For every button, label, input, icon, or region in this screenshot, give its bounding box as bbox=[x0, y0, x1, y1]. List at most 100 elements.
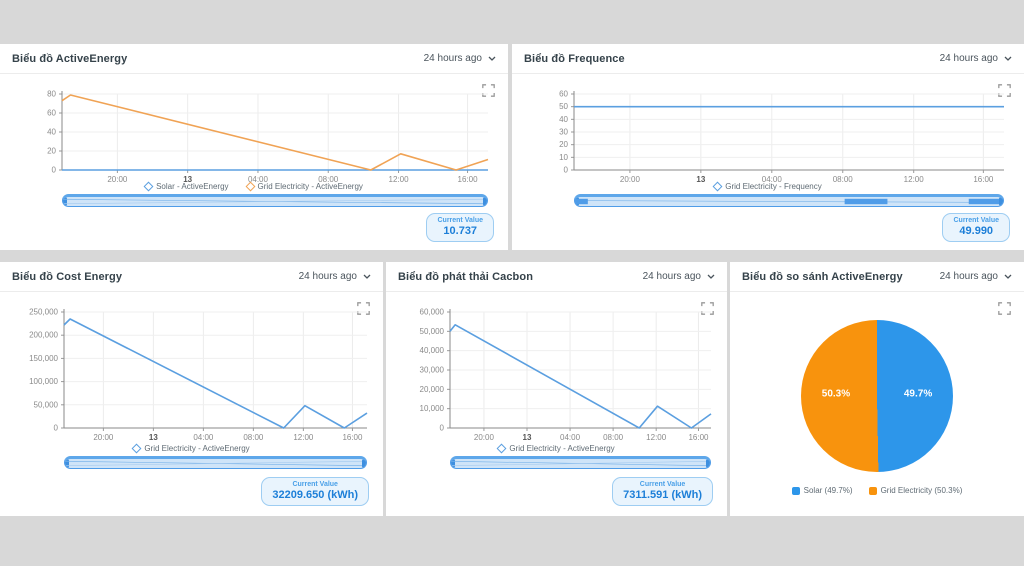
series-marker bbox=[868, 486, 877, 495]
time-range-dropdown[interactable]: 24 hours ago bbox=[643, 271, 715, 282]
svg-text:04:00: 04:00 bbox=[193, 433, 214, 442]
line-chart-frequence: 010203040506020:00 13 04:00 08:00 12:00 16:00 bbox=[559, 90, 1004, 184]
range-slider[interactable] bbox=[574, 194, 1004, 207]
chart-area: 50.3% 49.7% Solar (49.7%) Grid Electrici… bbox=[730, 292, 1024, 516]
svg-text:10,000: 10,000 bbox=[420, 404, 445, 413]
svg-text:30: 30 bbox=[559, 128, 568, 137]
svg-text:0: 0 bbox=[52, 166, 57, 175]
svg-text:20: 20 bbox=[559, 140, 568, 149]
current-value-label: Current Value bbox=[292, 481, 338, 488]
slider-preview bbox=[63, 198, 487, 205]
panel-title: Biểu đồ so sánh ActiveEnergy bbox=[742, 270, 903, 283]
time-range-label: 24 hours ago bbox=[939, 53, 998, 64]
svg-text:16:00: 16:00 bbox=[688, 433, 709, 442]
chevron-down-icon bbox=[363, 274, 371, 279]
current-value-box: Current Value 32209.650 (kWh) bbox=[261, 477, 369, 506]
time-range-dropdown[interactable]: 24 hours ago bbox=[940, 53, 1012, 64]
panel-header: Biểu đồ Cost Energy 24 hours ago bbox=[0, 262, 383, 292]
legend-label: Solar (49.7%) bbox=[803, 486, 853, 495]
chevron-down-icon bbox=[707, 274, 715, 279]
legend-item-grid-frequency[interactable]: Grid Electricity - Frequency bbox=[712, 181, 822, 192]
legend-label: Solar - ActiveEnergy bbox=[156, 182, 229, 191]
svg-text:50: 50 bbox=[559, 102, 568, 111]
legend-item-grid[interactable]: Grid Electricity (50.3%) bbox=[868, 486, 962, 495]
series-marker bbox=[131, 443, 142, 454]
current-value: 32209.650 (kWh) bbox=[272, 489, 358, 501]
range-slider[interactable] bbox=[64, 456, 367, 469]
legend-item-grid[interactable]: Grid Electricity - ActiveEnergy bbox=[245, 181, 363, 192]
dashboard: Biểu đồ ActiveEnergy 24 hours ago 0 20 40 6… bbox=[0, 0, 1024, 566]
current-value-box: Current Value 10.737 bbox=[426, 213, 494, 242]
current-value-label: Current Value bbox=[639, 481, 686, 488]
svg-text:50,000: 50,000 bbox=[34, 400, 59, 409]
slider-preview bbox=[575, 198, 1003, 205]
chart-legend: Grid Electricity - Frequency bbox=[512, 181, 1024, 192]
range-slider[interactable] bbox=[62, 194, 488, 207]
current-value: 49.990 bbox=[959, 225, 994, 237]
time-range-dropdown[interactable]: 24 hours ago bbox=[299, 271, 371, 282]
time-range-label: 24 hours ago bbox=[423, 53, 482, 64]
slider-preview bbox=[65, 460, 366, 467]
time-range-label: 24 hours ago bbox=[642, 271, 701, 282]
series-marker bbox=[496, 443, 507, 454]
panel-active-energy: Biểu đồ ActiveEnergy 24 hours ago 0 20 40 6… bbox=[0, 44, 508, 250]
current-value: 10.737 bbox=[443, 225, 478, 237]
pie-slice-label-grid: 50.3% bbox=[821, 388, 851, 400]
svg-text:0: 0 bbox=[564, 166, 569, 175]
chart-legend: Grid Electricity - ActiveEnergy bbox=[0, 443, 383, 454]
slider-handle[interactable] bbox=[576, 456, 586, 458]
panel-header: Biểu đồ so sánh ActiveEnergy 24 hours ag… bbox=[730, 262, 1024, 292]
panel-compare-active-energy: Biểu đồ so sánh ActiveEnergy 24 hours ag… bbox=[730, 262, 1024, 516]
legend-item-grid[interactable]: Grid Electricity - ActiveEnergy bbox=[131, 443, 250, 454]
svg-text:60: 60 bbox=[47, 109, 56, 118]
slider-handle[interactable] bbox=[211, 456, 221, 458]
panel-cost-energy: Biểu đồ Cost Energy 24 hours ago 0 50,000… bbox=[0, 262, 383, 516]
svg-text:20: 20 bbox=[47, 147, 56, 156]
time-range-dropdown[interactable]: 24 hours ago bbox=[940, 271, 1012, 282]
legend-item-solar[interactable]: Solar - ActiveEnergy bbox=[143, 181, 229, 192]
current-value-label: Current Value bbox=[953, 217, 999, 224]
fullscreen-icon[interactable] bbox=[998, 302, 1012, 316]
svg-text:100,000: 100,000 bbox=[29, 377, 58, 386]
panel-header: Biểu đồ phát thải Cacbon 24 hours ago bbox=[386, 262, 727, 292]
chart-area: 0 10 20 30 40 50 60 20:00 13 04:00 08:00 12:00 16:00… bbox=[512, 74, 1024, 250]
panel-title: Biểu đồ Frequence bbox=[524, 52, 625, 65]
slider-handle[interactable] bbox=[270, 194, 280, 196]
slider-preview bbox=[451, 460, 710, 467]
svg-text:60: 60 bbox=[559, 90, 568, 99]
legend-item-grid[interactable]: Grid Electricity - ActiveEnergy bbox=[496, 443, 615, 454]
chart-area: 0 50,000 100,000 150,000 200,000 250,000 20:00… bbox=[0, 292, 383, 516]
chevron-down-icon bbox=[1004, 274, 1012, 279]
range-slider[interactable] bbox=[450, 456, 711, 469]
series-marker bbox=[143, 181, 154, 192]
svg-text:150,000: 150,000 bbox=[29, 354, 58, 363]
line-chart-active-energy: 02040608020:00 13 04:00 08:00 12:00 16:00 bbox=[47, 90, 489, 184]
line-chart-cacbon: 0 10,000 20,000 30,000 40,000 50,000 60,000 20:… bbox=[420, 308, 712, 442]
svg-text:40,000: 40,000 bbox=[420, 346, 445, 355]
panel-header: Biểu đồ ActiveEnergy 24 hours ago bbox=[0, 44, 508, 74]
chart-legend: Solar - ActiveEnergy Grid Electricity - … bbox=[0, 181, 508, 192]
time-range-label: 24 hours ago bbox=[298, 271, 357, 282]
panel-title: Biểu đồ phát thải Cacbon bbox=[398, 270, 534, 283]
pie-slice-label-solar: 49.7% bbox=[903, 388, 933, 400]
slider-handle[interactable] bbox=[784, 194, 794, 196]
time-range-label: 24 hours ago bbox=[939, 271, 998, 282]
svg-text:20:00: 20:00 bbox=[474, 433, 495, 442]
svg-text:20:00: 20:00 bbox=[93, 433, 114, 442]
pie-chart-active-energy: 50.3% 49.7% bbox=[801, 320, 953, 472]
chart-legend: Grid Electricity - ActiveEnergy bbox=[386, 443, 727, 454]
svg-text:13: 13 bbox=[149, 433, 158, 442]
svg-text:200,000: 200,000 bbox=[29, 331, 58, 340]
svg-text:60,000: 60,000 bbox=[420, 308, 445, 317]
legend-label: Grid Electricity - ActiveEnergy bbox=[257, 182, 363, 191]
current-value-label: Current Value bbox=[437, 217, 483, 224]
svg-text:10: 10 bbox=[559, 153, 568, 162]
chevron-down-icon bbox=[488, 56, 496, 61]
current-value-box: Current Value 49.990 bbox=[942, 213, 1010, 242]
svg-text:08:00: 08:00 bbox=[603, 433, 624, 442]
svg-text:04:00: 04:00 bbox=[560, 433, 581, 442]
legend-item-solar[interactable]: Solar (49.7%) bbox=[791, 486, 853, 495]
time-range-dropdown[interactable]: 24 hours ago bbox=[424, 53, 496, 64]
svg-text:20,000: 20,000 bbox=[420, 385, 445, 394]
svg-text:40: 40 bbox=[47, 128, 56, 137]
